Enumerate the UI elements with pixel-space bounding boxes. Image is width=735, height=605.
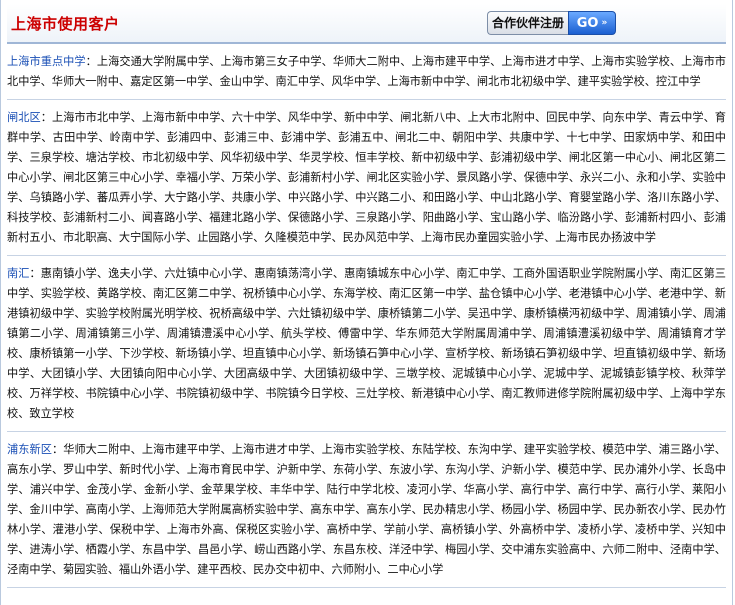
section-zhabei: 闸北区：上海市市北中学、上海市新中中学、六十中学、风华中学、新中中学、闸北新八中…: [7, 100, 726, 256]
section-colon: ：: [29, 267, 41, 280]
double-arrow-icon: »: [601, 18, 608, 28]
partner-register-label: 合作伙伴注册: [487, 11, 569, 35]
header-bar: 上海市使用客户 合作伙伴注册 GO »: [7, 4, 726, 44]
section-pudong: 浦东新区：华师大二附中、上海市建平中学、上海市进才中学、上海市实验学校、东陆学校…: [7, 432, 726, 588]
section-key-schools: 上海市重点中学：上海交通大学附属中学、上海市第三女子中学、华师大二附中、上海市建…: [7, 44, 726, 100]
section-colon: ：: [85, 55, 97, 68]
section-school-list: 华师大二附中、上海市建平中学、上海市进才中学、上海市实验学校、东陆学校、东沟中学…: [7, 443, 726, 576]
section-name: 南汇: [7, 267, 30, 280]
section-name: 浦东新区: [7, 443, 52, 456]
section-school-list: 上海交通大学附属中学、上海市第三女子中学、华师大二附中、上海市建平中学、上海市进…: [7, 55, 726, 88]
section-paragraph: 上海市重点中学：上海交通大学附属中学、上海市第三女子中学、华师大二附中、上海市建…: [7, 52, 726, 92]
partner-register-button[interactable]: 合作伙伴注册 GO »: [487, 11, 623, 35]
section-school-list: 上海市市北中学、上海市新中中学、六十中学、风华中学、新中中学、闸北新八中、上大市…: [7, 111, 726, 244]
section-school-list: 惠南镇小学、逸夫小学、六灶镇中心小学、惠南镇荡湾小学、惠南镇城东中心小学、南汇中…: [7, 267, 726, 420]
section-name: 闸北区: [7, 111, 41, 124]
page: 上海市使用客户 合作伙伴注册 GO » 上海市重点中学：上海交通大学附属中学、上…: [0, 0, 733, 605]
section-paragraph: 闸北区：上海市市北中学、上海市新中中学、六十中学、风华中学、新中中学、闸北新八中…: [7, 108, 726, 248]
go-button[interactable]: GO »: [568, 11, 617, 35]
section-colon: ：: [51, 443, 64, 456]
go-label: GO: [576, 15, 599, 31]
page-title: 上海市使用客户: [11, 15, 120, 33]
section-paragraph: 南汇：惠南镇小学、逸夫小学、六灶镇中心小学、惠南镇荡湾小学、惠南镇城东中心小学、…: [7, 264, 726, 424]
section-nanhui: 南汇：惠南镇小学、逸夫小学、六灶镇中心小学、惠南镇荡湾小学、惠南镇城东中心小学、…: [7, 256, 726, 432]
client-list: 上海市重点中学：上海交通大学附属中学、上海市第三女子中学、华师大二附中、上海市建…: [1, 44, 732, 588]
section-colon: ：: [40, 111, 52, 124]
section-paragraph: 浦东新区：华师大二附中、上海市建平中学、上海市进才中学、上海市实验学校、东陆学校…: [7, 440, 726, 580]
section-name: 上海市重点中学: [7, 55, 86, 68]
